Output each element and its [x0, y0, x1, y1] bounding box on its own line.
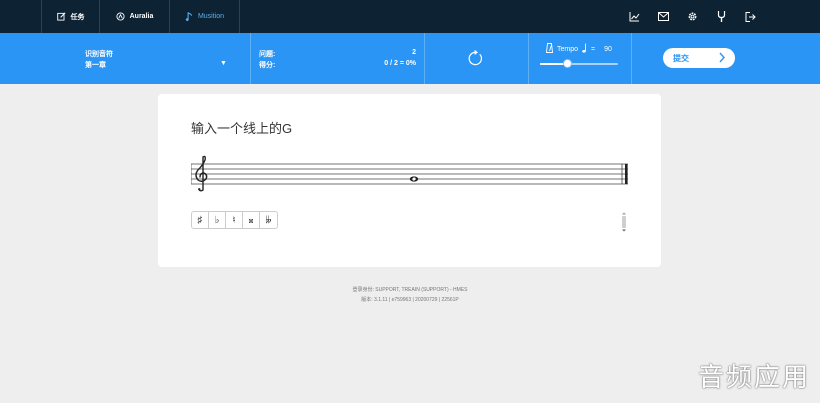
toolbar-divider [631, 33, 632, 84]
score-label: 得分: [259, 62, 276, 69]
watermark: 音频应用 [697, 363, 810, 393]
chevron-right-icon [719, 52, 725, 65]
tempo-label: Tempo [557, 45, 579, 53]
login-info: 登录身份: SUPPORT, TREAIN (SUPPORT) - HMES [352, 287, 468, 293]
scrollbar[interactable] [621, 212, 627, 232]
tempo-equals: = [591, 45, 596, 53]
music-staff[interactable] [191, 154, 631, 194]
accidental-toolbar: ♯ ♭ ♮ 𝄪 𝄫 [191, 211, 278, 229]
natural-button[interactable]: ♮ [226, 212, 243, 228]
musition-logo-icon [185, 12, 193, 21]
tab-label: Auralia [129, 13, 154, 20]
whole-note [409, 176, 419, 182]
quarter-note-icon [582, 43, 587, 55]
tab-tasks[interactable]: 任务 [41, 0, 99, 33]
tab-divider [239, 0, 240, 33]
metronome-icon [545, 43, 554, 55]
tab-label: 任务 [70, 13, 85, 21]
edit-icon [56, 12, 66, 21]
question-card: 输入一个线上的G ♯ ♭ ♮ 𝄪 𝄫 [158, 94, 661, 267]
tempo-slider[interactable] [540, 63, 618, 65]
tab-musition[interactable]: Musition [169, 0, 239, 33]
score-value: 0 / 2 = 0% [384, 60, 416, 67]
double-sharp-button[interactable]: 𝄪 [243, 212, 260, 228]
reload-icon[interactable] [467, 49, 484, 67]
tempo-value: 90 [604, 45, 612, 53]
toolbar-divider [424, 33, 425, 84]
tab-auralia[interactable]: Auralia [99, 0, 169, 33]
submit-label: 提交 [673, 53, 689, 63]
version-info: 版本: 3.1.11 | e759963 | 20200729 | 22561P [361, 297, 459, 303]
flat-button[interactable]: ♭ [209, 212, 226, 228]
toolbar-divider [528, 33, 529, 84]
logout-icon[interactable] [744, 11, 756, 23]
auralia-logo-icon [116, 12, 125, 21]
question-text: 输入一个线上的G [191, 121, 293, 136]
nav-icons [628, 0, 756, 33]
toolbar-divider [250, 33, 251, 84]
gear-icon[interactable] [686, 11, 698, 23]
sharp-button[interactable]: ♯ [192, 212, 209, 228]
questions-label: 问题: [259, 51, 276, 58]
chart-icon[interactable] [628, 11, 640, 23]
questions-value: 2 [412, 49, 416, 56]
chevron-down-icon[interactable]: ▼ [220, 60, 227, 67]
staff-lines [191, 163, 628, 185]
mail-icon[interactable] [657, 11, 669, 23]
tab-label: Musition [197, 13, 225, 20]
tempo-slider-handle[interactable] [562, 59, 572, 68]
tempo-readout: Tempo = 90 [545, 43, 612, 55]
tuning-fork-icon[interactable] [715, 11, 727, 23]
chapter-label: 第一章 [85, 62, 106, 69]
exercise-toolbar: 识别音符 第一章 ▼ 问题: 2 得分: 0 / 2 = 0% Tempo = … [0, 33, 820, 84]
submit-button[interactable]: 提交 [663, 48, 735, 68]
topic-label: 识别音符 [85, 51, 113, 58]
top-nav: 任务 Auralia Musition [0, 0, 820, 33]
double-flat-button[interactable]: 𝄫 [260, 212, 277, 228]
